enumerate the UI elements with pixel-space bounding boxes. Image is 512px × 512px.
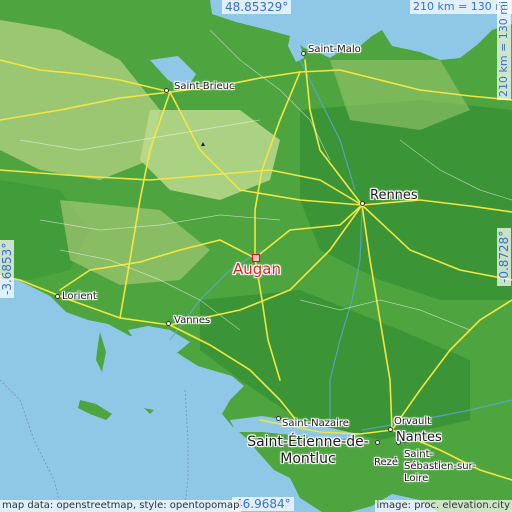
city-label-saint-brieuc: Saint-Brieuc xyxy=(174,81,235,92)
city-label-saint-sebastien: Saint-Sébastien-sur-Loire xyxy=(404,449,476,484)
city-label-saint-malo: Saint-Malo xyxy=(308,44,361,55)
city-dot-saint-malo xyxy=(301,51,306,56)
city-dot-saint-nazaire xyxy=(276,416,281,421)
city-dot-vannes xyxy=(166,321,171,326)
map-canvas[interactable]: Saint-Malo Saint-Brieuc Rennes Lorient V… xyxy=(0,0,512,512)
city-label-reze: Rezé xyxy=(374,457,399,468)
city-dot-rennes xyxy=(360,201,365,206)
credit-map-data: map data: openstreetmap, style: opentopo… xyxy=(0,500,242,512)
city-label-vannes: Vannes xyxy=(174,315,211,326)
city-dot-saint-brieuc xyxy=(164,88,169,93)
coord-north: 48.85329° xyxy=(222,0,292,14)
city-dot-orvault xyxy=(388,427,393,432)
city-label-orvault: Orvault xyxy=(394,416,432,427)
city-dot-lorient xyxy=(55,294,60,299)
city-label-lorient: Lorient xyxy=(62,291,97,302)
coord-west: -3.6853° xyxy=(0,239,14,298)
city-label-nantes: Nantes xyxy=(396,430,442,445)
place-label: Augan xyxy=(233,260,281,278)
scale-right: 210 km = 130 mi xyxy=(497,0,511,100)
city-label-rennes: Rennes xyxy=(370,188,418,203)
city-label-saint-etienne: Saint-Étienne-de-Montluc xyxy=(247,434,369,467)
credit-image: image: proc. elevation.city xyxy=(374,500,512,512)
coord-east: -0.8728° xyxy=(497,227,511,286)
city-label-saint-nazaire: Saint-Nazaire xyxy=(282,418,349,429)
